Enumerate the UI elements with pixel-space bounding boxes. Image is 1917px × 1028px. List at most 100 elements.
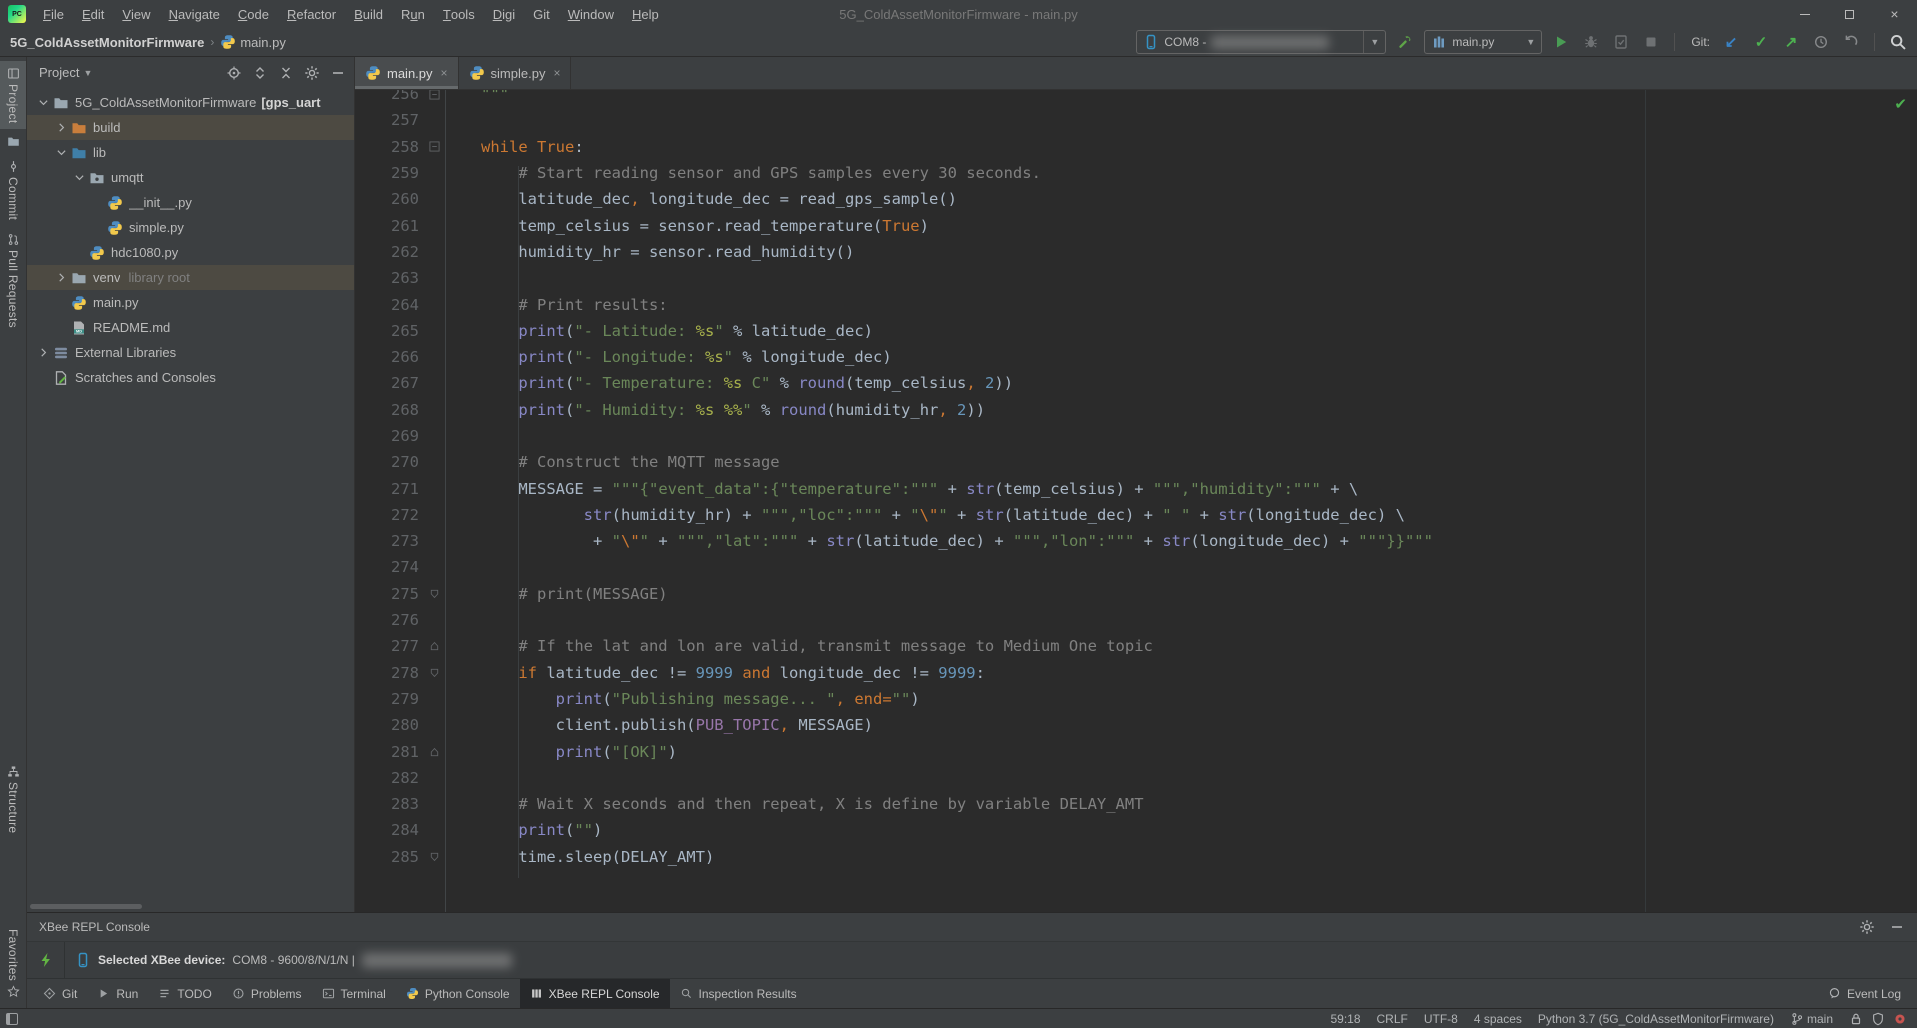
chevron-right-icon[interactable] <box>35 346 52 359</box>
caret-position[interactable]: 59:18 <box>1330 1012 1360 1026</box>
file-encoding[interactable]: UTF-8 <box>1424 1012 1458 1026</box>
chevron-down-icon[interactable] <box>71 171 88 184</box>
line-number[interactable]: 262 <box>355 243 423 261</box>
line-number[interactable]: 283 <box>355 795 423 813</box>
git-branch-widget[interactable]: main <box>1790 1012 1833 1026</box>
tree-item-umqtt[interactable]: umqtt <box>27 165 354 190</box>
editor-tab-simple-py[interactable]: simple.py× <box>459 57 572 89</box>
toolwindow-tab-terminal[interactable]: Terminal <box>312 979 396 1008</box>
tree-item-readme-md[interactable]: MDREADME.md <box>27 315 354 340</box>
line-separator[interactable]: CRLF <box>1377 1012 1408 1026</box>
stripe-button-folder[interactable] <box>0 129 26 154</box>
tree-item-simple-py[interactable]: simple.py <box>27 215 354 240</box>
maximize-button[interactable] <box>1827 0 1872 28</box>
minimize-button[interactable] <box>1782 0 1827 28</box>
fold-marker-icon[interactable] <box>423 588 445 600</box>
chevron-down-icon[interactable] <box>53 146 70 159</box>
gear-icon[interactable] <box>304 65 320 81</box>
line-number[interactable]: 268 <box>355 401 423 419</box>
menu-navigate[interactable]: Navigate <box>160 0 229 28</box>
fold-marker-icon[interactable] <box>423 90 445 100</box>
console-settings-icon[interactable] <box>1859 919 1875 935</box>
line-number[interactable]: 280 <box>355 716 423 734</box>
close-button[interactable]: × <box>1872 0 1917 28</box>
line-number[interactable]: 273 <box>355 532 423 550</box>
toolwindow-tab-python-console[interactable]: Python Console <box>396 979 520 1008</box>
indent-setting[interactable]: 4 spaces <box>1474 1012 1522 1026</box>
stripe-button-pull-requests[interactable]: Pull Requests <box>0 227 26 334</box>
xbee-device-selector[interactable]: COM8 - ▼ <box>1136 30 1386 54</box>
breadcrumb-project[interactable]: 5G_ColdAssetMonitorFirmware <box>10 35 204 50</box>
code-editor[interactable]: 256"""257258while True:259 # Start readi… <box>355 90 1917 912</box>
tree-item-venv[interactable]: venvlibrary root <box>27 265 354 290</box>
tree-item--init-py[interactable]: __init__.py <box>27 190 354 215</box>
line-number[interactable]: 277 <box>355 637 423 655</box>
menu-digi[interactable]: Digi <box>484 0 524 28</box>
stripe-button-structure[interactable]: Structure <box>0 759 26 839</box>
tree-item-external-libraries[interactable]: External Libraries <box>27 340 354 365</box>
toolwindow-tab-git[interactable]: Git <box>33 979 87 1008</box>
menu-git[interactable]: Git <box>524 0 559 28</box>
line-number[interactable]: 272 <box>355 506 423 524</box>
line-number[interactable]: 271 <box>355 480 423 498</box>
python-interpreter[interactable]: Python 3.7 (5G_ColdAssetMonitorFirmware) <box>1538 1012 1774 1026</box>
line-number[interactable]: 285 <box>355 848 423 866</box>
line-number[interactable]: 256 <box>355 90 423 103</box>
collapse-all-icon[interactable] <box>278 65 294 81</box>
chevron-right-icon[interactable] <box>53 121 70 134</box>
horizontal-scrollbar[interactable] <box>30 904 142 909</box>
menu-tools[interactable]: Tools <box>434 0 484 28</box>
toolwindow-tab-inspection-results[interactable]: Inspection Results <box>670 979 807 1008</box>
git-push-button[interactable]: ↗ <box>1780 31 1802 53</box>
line-number[interactable]: 275 <box>355 585 423 603</box>
menu-help[interactable]: Help <box>623 0 668 28</box>
line-number[interactable]: 266 <box>355 348 423 366</box>
menu-build[interactable]: Build <box>345 0 392 28</box>
toolwindow-tab-run[interactable]: Run <box>87 979 148 1008</box>
editor-tab-main-py[interactable]: main.py× <box>355 57 459 89</box>
lock-icon[interactable] <box>1849 1012 1863 1026</box>
menu-refactor[interactable]: Refactor <box>278 0 345 28</box>
tree-item-build[interactable]: build <box>27 115 354 140</box>
search-everywhere-button[interactable] <box>1887 31 1909 53</box>
fold-marker-icon[interactable] <box>423 141 445 152</box>
open-connection-icon[interactable] <box>38 952 54 968</box>
menu-code[interactable]: Code <box>229 0 278 28</box>
tree-item-hdc1080-py[interactable]: hdc1080.py <box>27 240 354 265</box>
menu-file[interactable]: File <box>34 0 73 28</box>
line-number[interactable]: 278 <box>355 664 423 682</box>
fold-marker-icon[interactable] <box>423 746 445 758</box>
line-number[interactable]: 259 <box>355 164 423 182</box>
tree-item-lib[interactable]: lib <box>27 140 354 165</box>
line-number[interactable]: 269 <box>355 427 423 445</box>
run-button[interactable] <box>1550 31 1572 53</box>
tree-item-5g-coldassetmonitorfirmware[interactable]: 5G_ColdAssetMonitorFirmware[gps_uart <box>27 90 354 115</box>
xbee-tools-button[interactable] <box>1394 31 1416 53</box>
device-selector-arrow[interactable]: ▼ <box>1363 31 1385 53</box>
line-number[interactable]: 281 <box>355 743 423 761</box>
chevron-right-icon[interactable] <box>53 271 70 284</box>
line-number[interactable]: 265 <box>355 322 423 340</box>
stop-button[interactable] <box>1640 31 1662 53</box>
menu-edit[interactable]: Edit <box>73 0 113 28</box>
line-number[interactable]: 276 <box>355 611 423 629</box>
line-number[interactable]: 257 <box>355 111 423 129</box>
line-number[interactable]: 258 <box>355 138 423 156</box>
line-number[interactable]: 267 <box>355 374 423 392</box>
line-number[interactable]: 263 <box>355 269 423 287</box>
toolwindow-tab-todo[interactable]: TODO <box>148 979 221 1008</box>
close-icon[interactable]: × <box>553 66 560 80</box>
menu-view[interactable]: View <box>113 0 159 28</box>
selected-device-row[interactable]: Selected XBee device: COM8 - 9600/8/N/1/… <box>65 942 522 978</box>
history-button[interactable] <box>1810 31 1832 53</box>
expand-all-icon[interactable] <box>252 65 268 81</box>
toolwindow-tab-problems[interactable]: Problems <box>222 979 312 1008</box>
stripe-button-favorites[interactable]: Favorites <box>0 923 26 1004</box>
locate-file-icon[interactable] <box>226 65 242 81</box>
line-number[interactable]: 282 <box>355 769 423 787</box>
toolwindow-tab-xbee-repl-console[interactable]: XBee REPL Console <box>520 979 670 1008</box>
git-update-button[interactable]: ↙ <box>1720 31 1742 53</box>
tool-window-toggle-icon[interactable] <box>6 1013 18 1025</box>
chevron-down-icon[interactable] <box>35 96 52 109</box>
debug-button[interactable] <box>1580 31 1602 53</box>
